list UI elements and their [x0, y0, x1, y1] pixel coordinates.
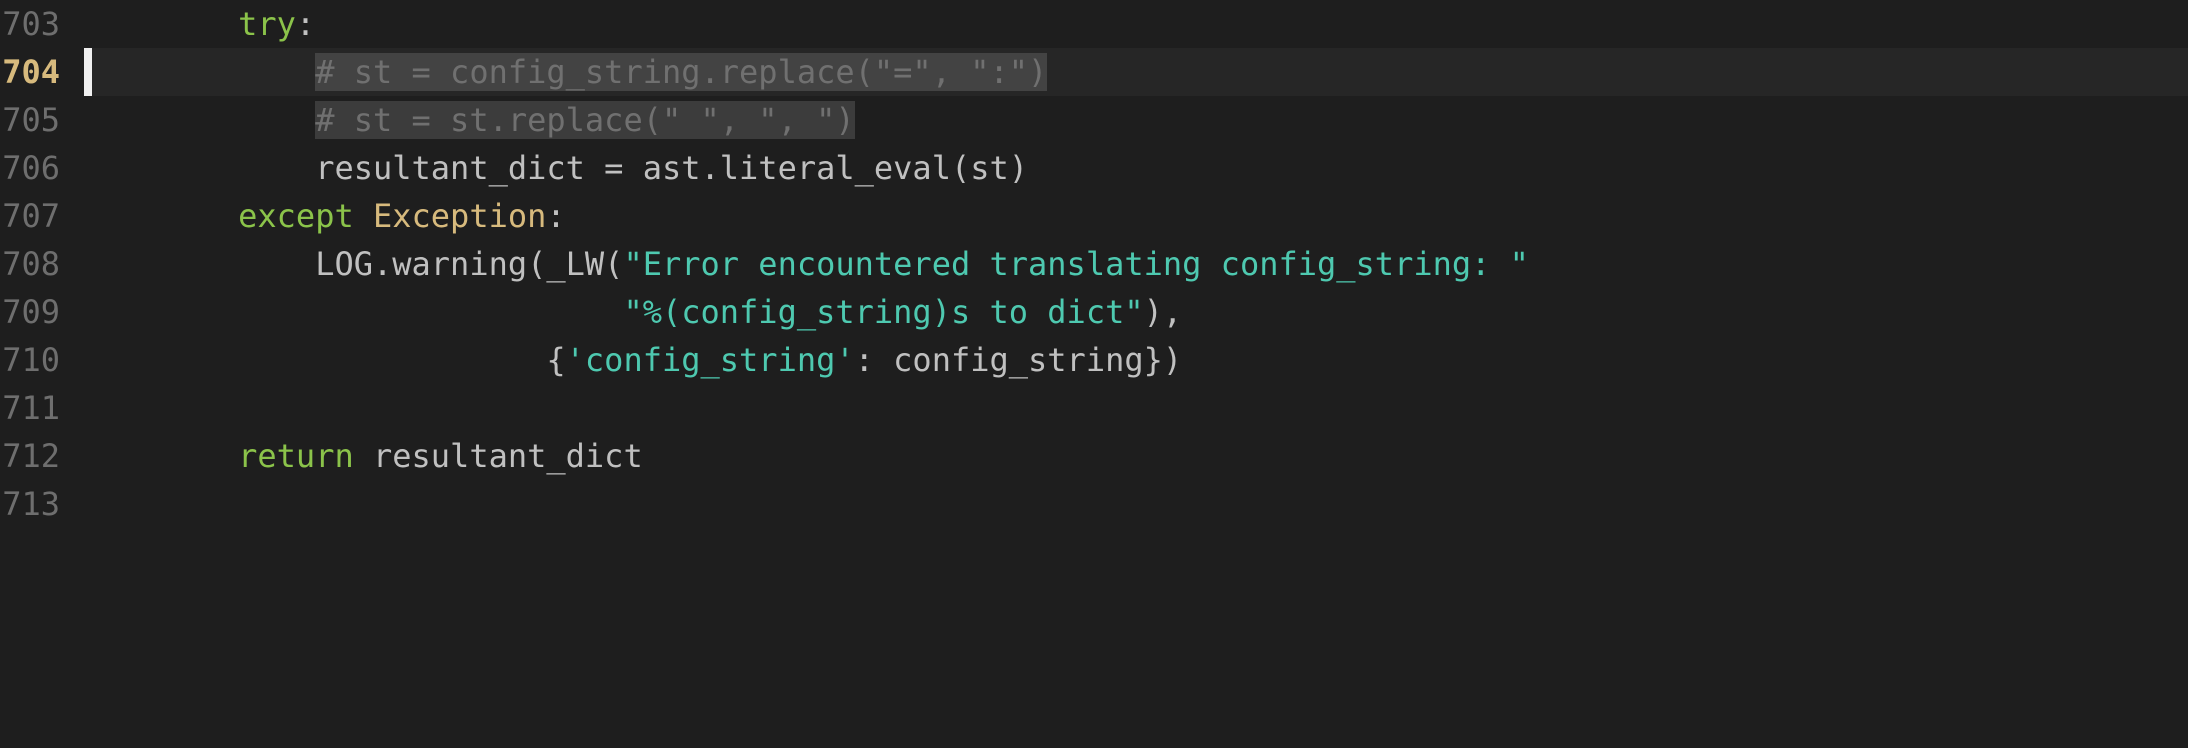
code-line[interactable]: return resultant_dict [84, 432, 2188, 480]
line-number: 711 [0, 384, 60, 432]
indent [84, 101, 315, 139]
token: return [238, 437, 354, 475]
token: literal_eval [720, 149, 951, 187]
line-number: 709 [0, 288, 60, 336]
code-line[interactable]: try: [84, 0, 2188, 48]
indent [84, 245, 315, 283]
token: ), [1144, 293, 1183, 331]
token: ( [604, 245, 623, 283]
token: except [238, 197, 354, 235]
token: ) [1009, 149, 1028, 187]
line-number: 712 [0, 432, 60, 480]
token: config_string [893, 341, 1143, 379]
token: ( [527, 245, 546, 283]
token: # st = st.replace(" ", ", ") [315, 101, 854, 139]
token: ast [643, 149, 701, 187]
token: }) [1144, 341, 1183, 379]
token: st [970, 149, 1009, 187]
token: : [855, 341, 894, 379]
token: = [604, 149, 643, 187]
token: : [546, 197, 565, 235]
line-number: 705 [0, 96, 60, 144]
token: { [546, 341, 565, 379]
line-number: 707 [0, 192, 60, 240]
code-editor[interactable]: 703704705706707708709710711712713 try: #… [0, 0, 2188, 748]
line-number: 713 [0, 480, 60, 528]
token: ( [951, 149, 970, 187]
token: . [701, 149, 720, 187]
code-area[interactable]: try: # st = config_string.replace("=", "… [84, 0, 2188, 748]
code-line[interactable] [84, 480, 2188, 528]
token: : [296, 5, 315, 43]
token: LOG [315, 245, 373, 283]
line-number: 706 [0, 144, 60, 192]
token: 'config_string' [566, 341, 855, 379]
token: resultant_dict [315, 149, 604, 187]
token [354, 437, 373, 475]
code-line[interactable]: # st = config_string.replace("=", ":") [84, 48, 2188, 96]
line-number: 710 [0, 336, 60, 384]
indent [84, 197, 238, 235]
code-line[interactable]: except Exception: [84, 192, 2188, 240]
line-number-gutter: 703704705706707708709710711712713 [0, 0, 84, 748]
line-number: 703 [0, 0, 60, 48]
code-line[interactable] [84, 384, 2188, 432]
token: "%(config_string)s to dict" [623, 293, 1143, 331]
indent [84, 437, 238, 475]
token: "Error encountered translating config_st… [623, 245, 1528, 283]
token [354, 197, 373, 235]
token: # st = config_string.replace("=", ":") [315, 53, 1047, 91]
indent [84, 53, 315, 91]
token: . [373, 245, 392, 283]
code-line[interactable]: # st = st.replace(" ", ", ") [84, 96, 2188, 144]
indent [84, 5, 238, 43]
code-line[interactable]: resultant_dict = ast.literal_eval(st) [84, 144, 2188, 192]
token: try [238, 5, 296, 43]
token: warning [392, 245, 527, 283]
indent [84, 341, 546, 379]
code-line[interactable]: LOG.warning(_LW("Error encountered trans… [84, 240, 2188, 288]
indent [84, 149, 315, 187]
line-number: 704 [0, 48, 60, 96]
token: Exception [373, 197, 546, 235]
code-line[interactable]: "%(config_string)s to dict"), [84, 288, 2188, 336]
indent [84, 293, 623, 331]
token: _LW [546, 245, 604, 283]
token: resultant_dict [373, 437, 643, 475]
line-number: 708 [0, 240, 60, 288]
code-line[interactable]: {'config_string': config_string}) [84, 336, 2188, 384]
